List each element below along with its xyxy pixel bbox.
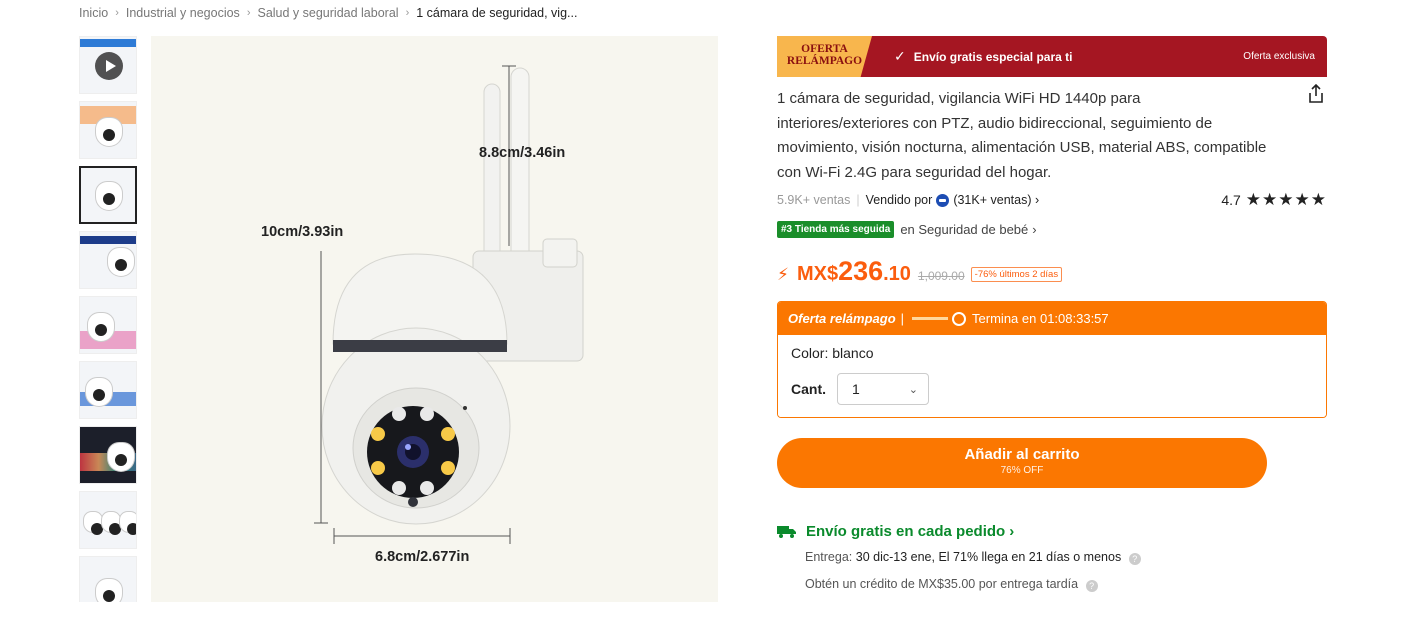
dimension-label-height: 10cm/3.93in xyxy=(261,224,344,240)
discount-badge: -76% últimos 2 días xyxy=(970,267,1063,282)
chevron-right-icon: › xyxy=(1032,222,1037,237)
dimension-label-width: 6.8cm/2.677in xyxy=(375,549,470,565)
thumbnail-image[interactable] xyxy=(79,491,137,549)
clock-icon xyxy=(952,311,967,326)
thumbnail-list xyxy=(79,36,139,602)
seller-sales: (31K+ ventas) xyxy=(953,193,1032,207)
countdown: Termina en 01:08:33:57 xyxy=(972,311,1109,326)
seller-logo-icon xyxy=(936,193,950,207)
breadcrumb-item-salud[interactable]: Salud y seguridad laboral xyxy=(257,6,398,20)
chevron-right-icon: › xyxy=(115,7,119,19)
share-icon[interactable] xyxy=(1307,84,1325,104)
add-to-cart-label: Añadir al carrito xyxy=(964,446,1080,463)
help-icon[interactable]: ? xyxy=(1085,580,1098,592)
variant-selector: Color: blanco Cant. 1 ⌄ xyxy=(778,335,1326,417)
flash-tag-line1: OFERTA xyxy=(801,43,848,55)
sales-count: 5.9K+ ventas xyxy=(777,193,851,207)
quantity-row: Cant. 1 ⌄ xyxy=(791,373,1313,405)
free-shipping-text: Envío gratis especial para ti xyxy=(913,49,1073,64)
chevron-down-icon: ⌄ xyxy=(908,383,918,396)
price-row: ⚡ MX$ 236 .10 1,009.00 -76% últimos 2 dí… xyxy=(777,256,1327,287)
chevron-right-icon: › xyxy=(246,7,251,19)
main-product-image[interactable]: 8.8cm/3.46in 10cm/3.93in 6.8cm/2.677in xyxy=(151,36,718,602)
breadcrumb: Inicio › Industrial y negocios › Salud y… xyxy=(79,6,577,20)
truck-icon xyxy=(777,526,796,538)
play-icon xyxy=(95,52,123,80)
chevron-right-icon: › xyxy=(405,7,410,19)
price-currency: MX$ xyxy=(796,263,839,285)
help-icon[interactable]: ? xyxy=(1128,553,1141,565)
dimension-label-antenna: 8.8cm/3.46in xyxy=(479,145,566,161)
thumbnail-image[interactable] xyxy=(79,231,137,289)
quantity-select[interactable]: 1 ⌄ xyxy=(837,373,929,405)
flash-sale-tag: OFERTA RELÁMPAGO xyxy=(777,36,872,77)
star-rating-icon: ★★★★★ xyxy=(1245,190,1327,209)
delivery-prefix: Entrega: xyxy=(805,550,853,564)
flash-sale-label: Oferta relámpago xyxy=(788,311,896,326)
thumbnail-image-active[interactable] xyxy=(79,166,137,224)
add-to-cart-button[interactable]: Añadir al carrito 76% OFF xyxy=(777,438,1267,488)
breadcrumb-item-industrial[interactable]: Industrial y negocios xyxy=(126,6,240,20)
store-category: en Seguridad de bebé xyxy=(900,222,1029,237)
flash-sale-header: Oferta relámpago | Termina en 01:08:33:5… xyxy=(778,302,1326,335)
lightning-icon: ⚡ xyxy=(777,265,789,284)
product-meta-row: 5.9K+ ventas | Vendido por (31K+ ventas)… xyxy=(777,191,1327,209)
progress-bar xyxy=(912,317,949,320)
free-shipping-notice: ✓ Envío gratis especial para ti xyxy=(894,48,1072,65)
flash-sale-box: Oferta relámpago | Termina en 01:08:33:5… xyxy=(777,301,1327,418)
thumbnail-image[interactable] xyxy=(79,426,137,484)
product-title: 1 cámara de seguridad, vigilancia WiFi H… xyxy=(777,90,1267,181)
thumbnail-image[interactable] xyxy=(79,296,137,354)
late-credit-info: Obtén un crédito de MX$35.00 por entrega… xyxy=(805,577,1327,592)
original-price: 1,009.00 xyxy=(917,269,965,283)
store-rank-row[interactable]: #3 Tienda más seguida en Seguridad de be… xyxy=(777,221,1327,238)
breadcrumb-item-inicio[interactable]: Inicio xyxy=(79,6,108,20)
rating-value: 4.7 xyxy=(1221,192,1241,208)
thumbnail-image[interactable] xyxy=(79,361,137,419)
chevron-right-icon: › xyxy=(1009,523,1015,540)
flash-tag-line2: RELÁMPAGO xyxy=(786,55,863,67)
quantity-value: 1 xyxy=(852,381,860,397)
free-shipping-title: Envío gratis en cada pedido xyxy=(806,523,1006,540)
rating[interactable]: 4.7 ★★★★★ xyxy=(1221,191,1327,209)
exclusive-offer-label: Oferta exclusiva xyxy=(1243,51,1315,62)
quantity-label: Cant. xyxy=(791,381,826,397)
thumbnail-video[interactable] xyxy=(79,36,137,94)
divider: | xyxy=(856,193,860,207)
delivery-text: 30 dic-13 ene, El 71% llega en 21 días o… xyxy=(855,550,1122,564)
add-to-cart-sublabel: 76% OFF xyxy=(1000,465,1044,476)
divider: | xyxy=(900,311,905,326)
product-info-panel: OFERTA RELÁMPAGO ✓ Envío gratis especial… xyxy=(777,36,1327,592)
free-shipping-link[interactable]: Envío gratis en cada pedido › xyxy=(777,523,1327,540)
thumbnail-image[interactable] xyxy=(79,556,137,602)
color-label: Color: blanco xyxy=(791,345,874,361)
price-decimal: .10 xyxy=(883,263,911,285)
sold-by-label: Vendido por xyxy=(865,193,933,207)
security-camera-illustration xyxy=(314,65,584,544)
late-credit-text: Obtén un crédito de MX$35.00 por entrega… xyxy=(805,577,1079,591)
store-rank-badge: #3 Tienda más seguida xyxy=(777,221,895,238)
price-integer: 236 xyxy=(838,256,884,286)
flash-sale-banner: OFERTA RELÁMPAGO ✓ Envío gratis especial… xyxy=(777,36,1327,77)
delivery-info: Entrega: 30 dic-13 ene, El 71% llega en … xyxy=(805,550,1327,565)
check-icon: ✓ xyxy=(894,48,906,64)
seller-link[interactable]: (31K+ ventas) › xyxy=(953,193,1039,207)
thumbnail-image[interactable] xyxy=(79,101,137,159)
breadcrumb-current: 1 cámara de seguridad, vig... xyxy=(416,6,578,20)
